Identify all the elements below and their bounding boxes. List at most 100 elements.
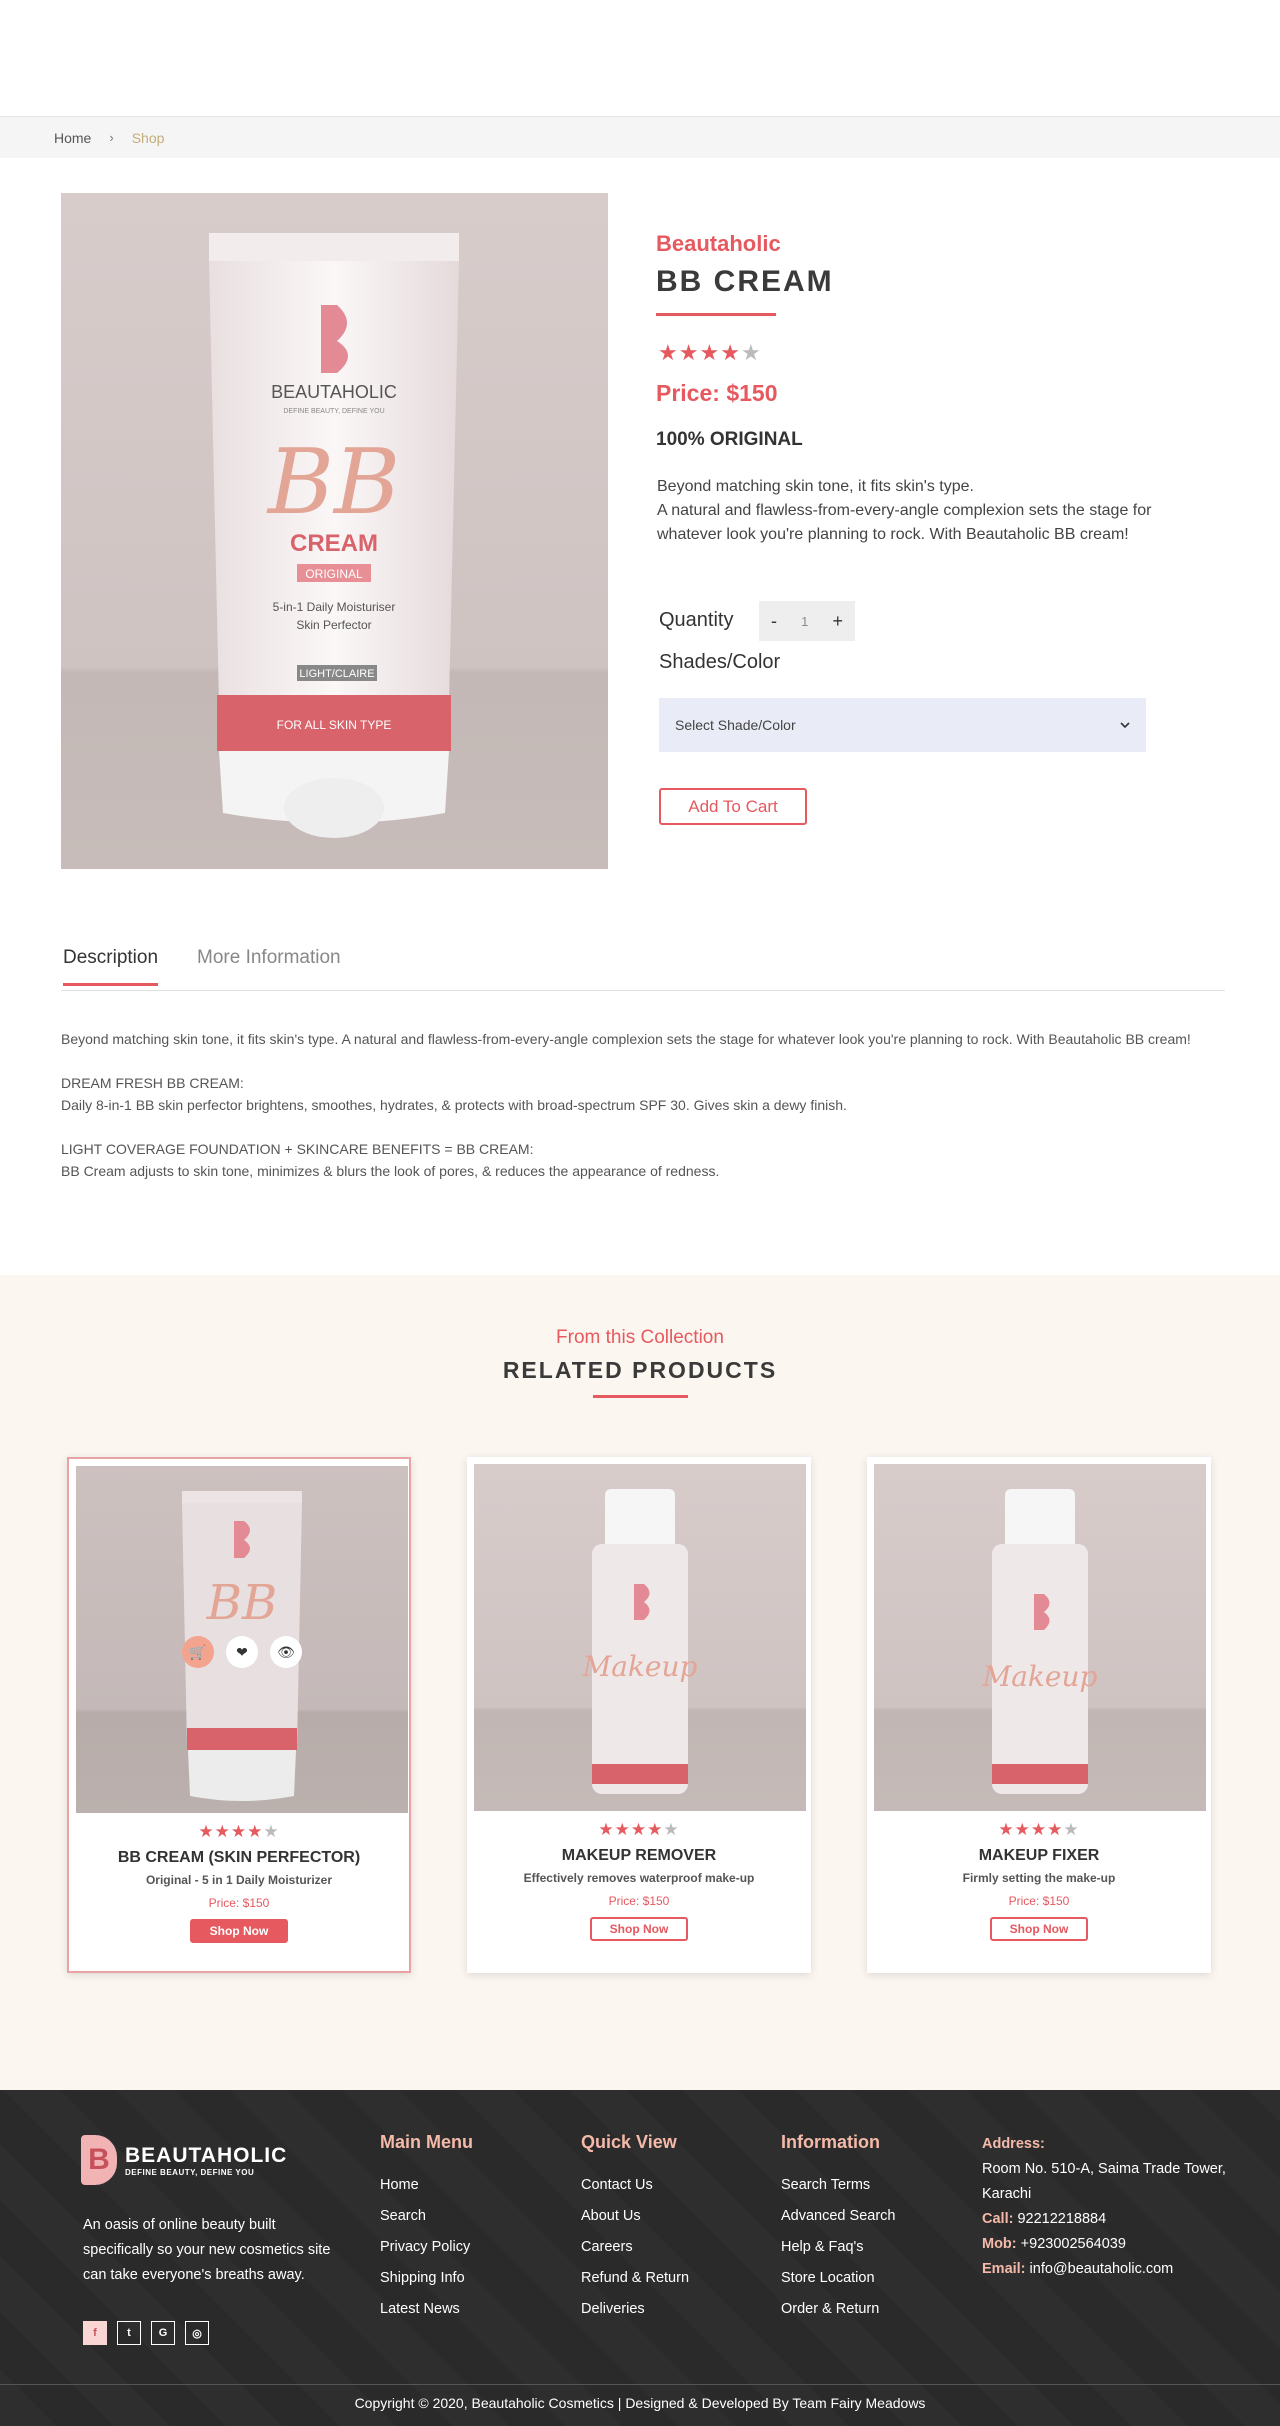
card-product-subtitle: Effectively removes waterproof make-up bbox=[523, 1871, 755, 1885]
product-price: Price: $150 bbox=[656, 380, 778, 406]
cart-icon[interactable]: 🛒 bbox=[182, 1636, 214, 1668]
description-text: Daily 8-in-1 BB skin perfector brightens… bbox=[61, 1097, 847, 1113]
product-tabs: Description More Information bbox=[61, 947, 1225, 991]
shade-select-value: Select Shade/Color bbox=[675, 717, 796, 733]
footer-contact: Address: Room No. 510-A, Saima Trade Tow… bbox=[982, 2132, 1232, 2282]
facebook-icon[interactable]: f bbox=[83, 2321, 107, 2345]
product-card[interactable]: Makeup ★★★★★ MAKEUP FIXER Firmly setting… bbox=[867, 1457, 1211, 1973]
star-empty-icon: ★ bbox=[740, 340, 762, 365]
chevron-right-icon: › bbox=[109, 130, 114, 145]
footer-link-search[interactable]: Search bbox=[380, 2208, 473, 2224]
product-title: BB CREAM bbox=[656, 265, 834, 298]
site-footer: B BEAUTAHOLIC DEFINE BEAUTY, DEFINE YOU … bbox=[0, 2090, 1280, 2426]
breadcrumb-home-link[interactable]: Home bbox=[54, 130, 91, 146]
bb-cream-tube-image: BEAUTAHOLIC DEFINE BEAUTY, DEFINE YOU BB… bbox=[209, 233, 459, 838]
heart-icon[interactable]: ❤ bbox=[226, 1636, 258, 1668]
breadcrumb: Home › Shop bbox=[0, 117, 1280, 158]
svg-text:BB: BB bbox=[266, 430, 400, 535]
instagram-icon[interactable]: ◎ bbox=[185, 2321, 209, 2345]
star-filled-icon: ★ bbox=[1047, 1820, 1064, 1839]
product-card[interactable]: BB 🛒 ❤ 👁 ★★★★★ BB CREAM (SKIN PERFECTOR)… bbox=[67, 1457, 411, 1973]
card-product-name[interactable]: MAKEUP FIXER bbox=[867, 1847, 1211, 1865]
breadcrumb-current: Shop bbox=[131, 129, 165, 146]
footer-link-search-terms[interactable]: Search Terms bbox=[781, 2177, 895, 2193]
footer-logo-text: BEAUTAHOLIC bbox=[125, 2143, 288, 2167]
google-icon[interactable]: G bbox=[151, 2321, 175, 2345]
footer-link-advanced-search[interactable]: Advanced Search bbox=[781, 2208, 895, 2224]
add-to-cart-button[interactable]: Add To Cart bbox=[659, 788, 807, 825]
twitter-icon[interactable]: t bbox=[117, 2321, 141, 2345]
card-rating: ★★★★★ bbox=[467, 1820, 811, 1840]
star-filled-icon: ★ bbox=[230, 1822, 248, 1841]
product-card-image[interactable]: Makeup bbox=[874, 1464, 1206, 1811]
qty-input[interactable]: 1 bbox=[801, 614, 808, 629]
shade-select[interactable]: Select Shade/Color bbox=[659, 698, 1146, 752]
svg-text:DEFINE BEAUTY, DEFINE YOU: DEFINE BEAUTY, DEFINE YOU bbox=[283, 408, 384, 415]
footer-link-store-location[interactable]: Store Location bbox=[781, 2270, 895, 2286]
star-empty-icon: ★ bbox=[1063, 1820, 1080, 1839]
star-filled-icon: ★ bbox=[678, 340, 700, 365]
product-card-image[interactable]: Makeup bbox=[474, 1464, 806, 1811]
related-products-section: From this Collection RELATED PRODUCTS BB… bbox=[0, 1275, 1280, 2090]
shop-now-button[interactable]: Shop Now bbox=[190, 1919, 288, 1943]
email-label: Email: bbox=[982, 2261, 1026, 2277]
footer-divider bbox=[0, 2384, 1280, 2385]
footer-link-home[interactable]: Home bbox=[380, 2177, 473, 2193]
footer-link-contact-us[interactable]: Contact Us bbox=[581, 2177, 689, 2193]
star-filled-icon: ★ bbox=[598, 1820, 615, 1839]
star-filled-icon: ★ bbox=[1014, 1820, 1031, 1839]
star-filled-icon: ★ bbox=[198, 1822, 215, 1841]
footer-logo[interactable]: B BEAUTAHOLIC DEFINE BEAUTY, DEFINE YOU bbox=[81, 2135, 287, 2185]
address-text: Room No. 510-A, Saima Trade Tower, Karac… bbox=[982, 2161, 1226, 2202]
product-short-description: Beyond matching skin tone, it fits skin'… bbox=[657, 475, 1197, 547]
footer-link-privacy-policy[interactable]: Privacy Policy bbox=[380, 2239, 473, 2255]
svg-text:Makeup: Makeup bbox=[982, 1660, 1098, 1693]
product-card[interactable]: Makeup ★★★★★ MAKEUP REMOVER Effectively … bbox=[467, 1457, 811, 1973]
svg-text:Skin Perfector: Skin Perfector bbox=[296, 618, 371, 632]
qty-increment-button[interactable]: + bbox=[832, 611, 843, 632]
copyright: Copyright © 2020, Beautaholic Cosmetics … bbox=[354, 2395, 926, 2411]
address-label: Address: bbox=[982, 2136, 1045, 2152]
footer-link-deliveries[interactable]: Deliveries bbox=[581, 2301, 689, 2317]
tab-description[interactable]: Description bbox=[63, 947, 159, 986]
star-filled-icon: ★ bbox=[214, 1822, 231, 1841]
footer-link-latest-news[interactable]: Latest News bbox=[380, 2301, 473, 2317]
footer-column-title: Main Menu bbox=[380, 2132, 473, 2152]
footer-column-title: Information bbox=[781, 2132, 880, 2152]
svg-text:BB: BB bbox=[206, 1575, 278, 1631]
footer-about: An oasis of online beauty built specific… bbox=[83, 2217, 331, 2283]
email-link[interactable]: info@beautaholic.com bbox=[1030, 2261, 1174, 2277]
card-price: Price: $150 bbox=[608, 1894, 670, 1908]
footer-link-shipping-info[interactable]: Shipping Info bbox=[380, 2270, 473, 2286]
qty-decrement-button[interactable]: - bbox=[771, 611, 777, 632]
eye-icon[interactable]: 👁 bbox=[270, 1636, 302, 1668]
star-filled-icon: ★ bbox=[658, 340, 679, 365]
call-label: Call: bbox=[982, 2211, 1014, 2227]
short-desc-line-1: Beyond matching skin tone, it fits skin'… bbox=[657, 478, 974, 495]
description-section: LIGHT COVERAGE FOUNDATION + SKINCARE BEN… bbox=[61, 1138, 1201, 1182]
card-product-name[interactable]: BB CREAM (SKIN PERFECTOR) bbox=[69, 1849, 409, 1867]
star-filled-icon: ★ bbox=[998, 1820, 1015, 1839]
shop-now-button[interactable]: Shop Now bbox=[590, 1917, 688, 1941]
makeup-remover-thumbnail: Makeup bbox=[582, 1489, 698, 1794]
card-rating: ★★★★★ bbox=[867, 1820, 1211, 1840]
card-product-name[interactable]: MAKEUP REMOVER bbox=[467, 1847, 811, 1865]
footer-quick-view: Quick View Contact Us About Us Careers R… bbox=[581, 2132, 689, 2332]
product-card-image[interactable]: BB 🛒 ❤ 👁 bbox=[76, 1466, 408, 1813]
shop-now-button[interactable]: Shop Now bbox=[990, 1917, 1088, 1941]
footer-link-refund-return[interactable]: Refund & Return bbox=[581, 2270, 689, 2286]
footer-link-careers[interactable]: Careers bbox=[581, 2239, 689, 2255]
description-paragraph: Beyond matching skin tone, it fits skin'… bbox=[61, 1031, 1191, 1047]
footer-link-help-faqs[interactable]: Help & Faq's bbox=[781, 2239, 895, 2255]
star-filled-icon: ★ bbox=[720, 340, 741, 365]
footer-link-about-us[interactable]: About Us bbox=[581, 2208, 689, 2224]
star-filled-icon: ★ bbox=[630, 1820, 648, 1839]
call-number[interactable]: 92212218884 bbox=[1017, 2211, 1106, 2227]
tab-more-information[interactable]: More Information bbox=[197, 947, 341, 969]
svg-text:LIGHT/CLAIRE: LIGHT/CLAIRE bbox=[299, 668, 374, 680]
svg-text:FOR ALL SKIN TYPE: FOR ALL SKIN TYPE bbox=[277, 718, 392, 732]
description-text: BB Cream adjusts to skin tone, minimizes… bbox=[61, 1163, 720, 1179]
star-filled-icon: ★ bbox=[1030, 1820, 1048, 1839]
footer-link-order-return[interactable]: Order & Return bbox=[781, 2301, 895, 2317]
mob-number[interactable]: +923002564039 bbox=[1021, 2236, 1126, 2252]
